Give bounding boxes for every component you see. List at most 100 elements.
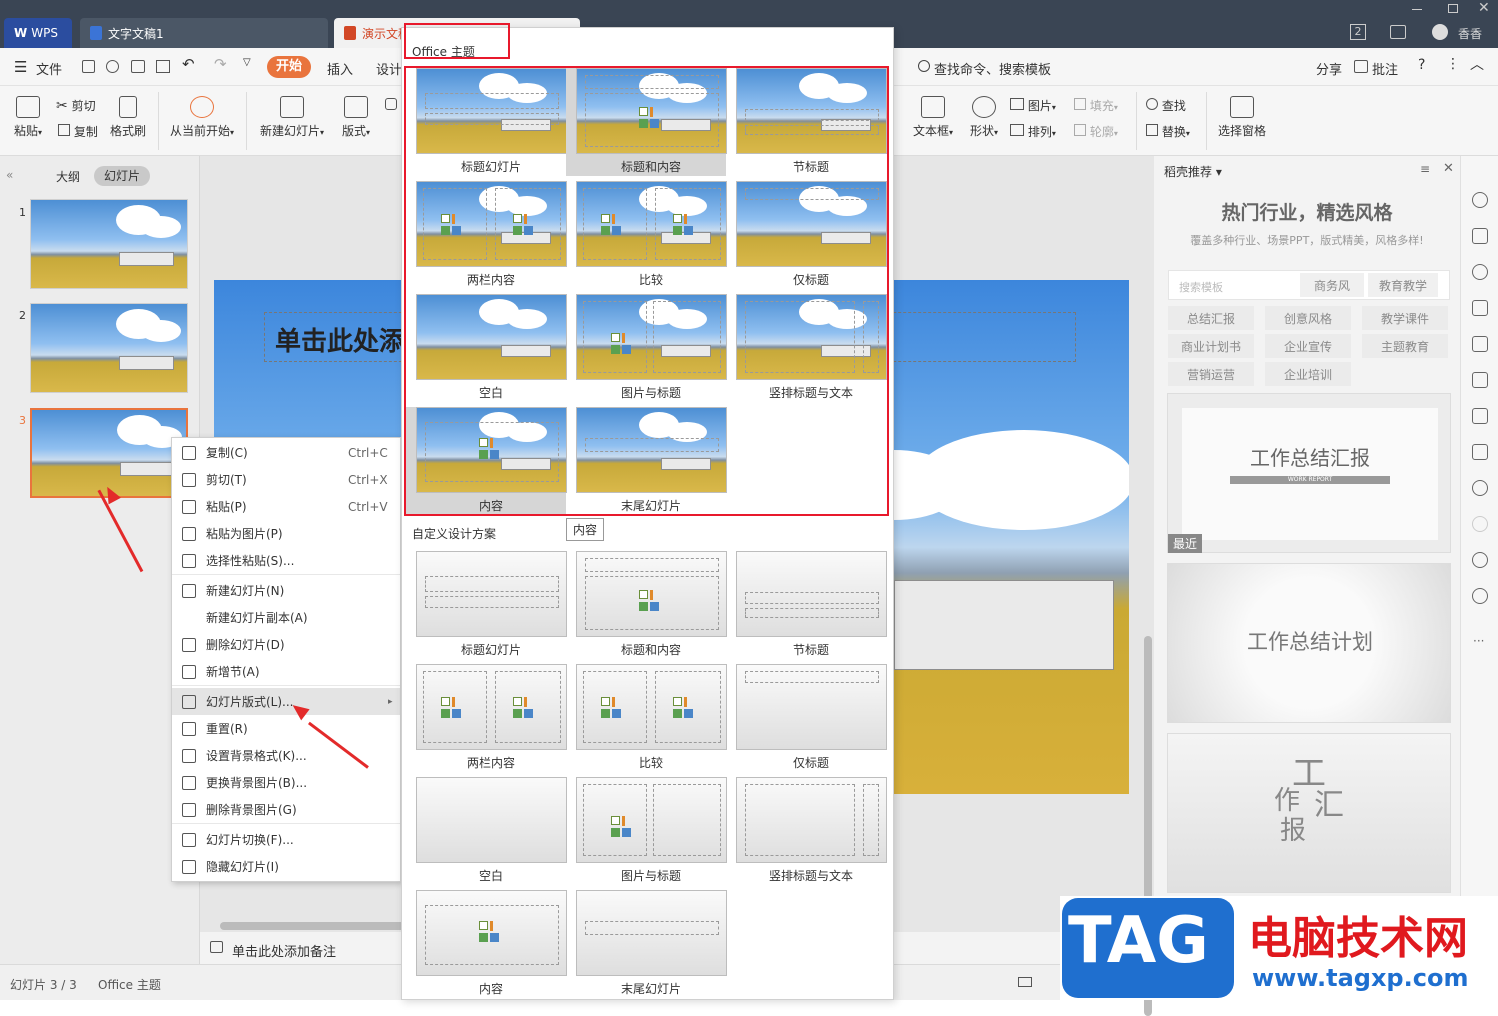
settings-icon[interactable] <box>1472 336 1488 352</box>
selection-pane-button[interactable]: 选择窗格 <box>1216 96 1268 139</box>
paste-button[interactable]: 粘贴▾ <box>10 96 46 139</box>
layout-thumbnail[interactable]: 节标题 <box>726 551 887 659</box>
notes-toggle-icon[interactable] <box>1018 977 1032 987</box>
vertical-scrollbar[interactable] <box>1142 156 1154 1016</box>
menu-item-slide-transition[interactable]: 幻灯片切换(F)... <box>172 826 400 853</box>
star-icon[interactable] <box>1472 192 1488 208</box>
menu-design[interactable]: 设计 <box>376 59 402 78</box>
picture-button[interactable]: 图片▾ <box>1010 97 1056 114</box>
panel-header[interactable]: 稻壳推荐 ▾ <box>1164 163 1222 180</box>
menu-start[interactable]: 开始 <box>267 56 311 78</box>
pen-icon[interactable] <box>1472 300 1488 316</box>
layout-thumbnail[interactable]: 竖排标题与文本 <box>726 777 887 885</box>
layout-thumbnail[interactable]: 空白 <box>406 777 567 885</box>
comment-icon[interactable] <box>1354 60 1368 73</box>
template-tag[interactable]: 教学课件 <box>1362 306 1448 330</box>
tab-document[interactable]: 文字文稿1 <box>80 18 328 48</box>
help-circle-icon[interactable] <box>1472 588 1488 604</box>
undo-icon[interactable]: ↶ <box>182 55 195 73</box>
menu-item-hide-slide[interactable]: 隐藏幻灯片(I) <box>172 853 400 880</box>
minimize-icon[interactable] <box>1412 9 1422 10</box>
new-slide-button[interactable]: 新建幻灯片▾ <box>256 96 328 139</box>
more-dropdown-icon[interactable]: ▽ <box>243 57 251 68</box>
layout-thumbnail[interactable]: 内容 <box>406 890 567 998</box>
template-icon[interactable] <box>1472 228 1488 244</box>
shapes-icon[interactable] <box>1472 264 1488 280</box>
template-tag[interactable]: 主题教育 <box>1362 334 1448 358</box>
slide-thumbnail-1[interactable] <box>30 199 188 289</box>
comment-button[interactable]: 批注 <box>1372 59 1398 78</box>
play-from-current-button[interactable]: 从当前开始▾ <box>166 96 238 139</box>
close-icon[interactable]: ✕ <box>1478 0 1490 16</box>
panel-close-icon[interactable]: ✕ <box>1443 161 1454 176</box>
help-icon[interactable]: ? <box>1418 57 1425 73</box>
box-icon[interactable] <box>1472 408 1488 424</box>
template-tag[interactable]: 企业宣传 <box>1265 334 1351 358</box>
template-card-2[interactable]: 工作总结计划 <box>1167 563 1451 723</box>
copy-button[interactable]: 复制 <box>58 123 98 140</box>
maximize-icon[interactable] <box>1448 4 1458 13</box>
speaker-icon[interactable] <box>1472 480 1488 496</box>
search-icon[interactable] <box>918 60 930 72</box>
cut-button[interactable]: ✂ 剪切 <box>56 97 96 114</box>
template-tag[interactable]: 企业培训 <box>1265 362 1351 386</box>
user-name[interactable]: 香香 <box>1458 25 1482 42</box>
print-preview-icon[interactable] <box>156 60 170 73</box>
template-tag[interactable]: 商业计划书 <box>1168 334 1254 358</box>
slide-thumbnail-2[interactable] <box>30 303 188 393</box>
tag-education[interactable]: 教育教学 <box>1368 273 1438 297</box>
print-icon[interactable] <box>131 60 145 73</box>
save-icon[interactable] <box>82 60 95 73</box>
template-tag[interactable]: 总结汇报 <box>1168 306 1254 330</box>
menu-item-change-background[interactable]: 更换背景图片(B)... <box>172 769 400 796</box>
template-card-1[interactable]: 工作总结汇报 WORK REPORT 最近 <box>1167 393 1451 553</box>
more-options-icon[interactable]: ⋮ <box>1446 56 1460 72</box>
history-icon[interactable] <box>1472 552 1488 568</box>
outline-button[interactable]: 轮廓▾ <box>1074 123 1118 140</box>
shape-button[interactable]: 形状▾ <box>966 96 1002 139</box>
layout-thumbnail[interactable]: 仅标题 <box>726 664 887 772</box>
menu-item-paste-special[interactable]: 选择性粘贴(S)... <box>172 547 400 574</box>
layout-thumbnail[interactable]: 标题和内容 <box>566 551 727 659</box>
menu-item-paste-as-picture[interactable]: 粘贴为图片(P) <box>172 520 400 547</box>
menu-item-new-slide[interactable]: 新建幻灯片(N) <box>172 577 400 604</box>
menu-file[interactable]: 文件 <box>36 59 62 78</box>
skin-icon[interactable] <box>1390 25 1406 39</box>
layout-thumbnail[interactable]: 比较 <box>566 664 727 772</box>
fill-button[interactable]: 填充▾ <box>1074 97 1118 114</box>
hamburger-icon[interactable]: ☰ <box>14 58 27 76</box>
menu-item-reset[interactable]: 重置(R) <box>172 715 400 742</box>
tab-slides[interactable]: 幻灯片 <box>94 166 150 186</box>
format-painter-button[interactable]: 格式刷 <box>108 96 148 139</box>
menu-insert[interactable]: 插入 <box>327 59 353 78</box>
tag-business[interactable]: 商务风 <box>1300 273 1364 297</box>
more-icon[interactable]: ··· <box>1473 634 1484 648</box>
layout-button[interactable]: 版式▾ <box>338 96 374 139</box>
layout-thumbnail[interactable]: 图片与标题 <box>566 777 727 885</box>
find-button[interactable]: 查找 <box>1146 97 1186 114</box>
section-button[interactable] <box>384 98 398 114</box>
collapse-ribbon-icon[interactable]: ︿ <box>1470 54 1484 74</box>
collapse-panel-icon[interactable]: « <box>6 168 13 182</box>
menu-item-cut[interactable]: 剪切(T) Ctrl+X <box>172 466 400 493</box>
layout-thumbnail[interactable]: 两栏内容 <box>406 664 567 772</box>
template-tag[interactable]: 营销运营 <box>1168 362 1254 386</box>
theme-name[interactable]: Office 主题 <box>98 976 161 993</box>
menu-item-delete-background[interactable]: 删除背景图片(G) <box>172 796 400 823</box>
arrange-button[interactable]: 排列▾ <box>1010 123 1056 140</box>
layout-thumbnail[interactable]: 标题幻灯片 <box>406 551 567 659</box>
share-button[interactable]: 分享 <box>1316 59 1342 78</box>
tab-wps[interactable]: W WPS <box>4 18 72 48</box>
animation-icon[interactable] <box>1472 516 1488 532</box>
command-search[interactable]: 查找命令、搜索模板 <box>934 59 1051 78</box>
document-icon[interactable] <box>1472 372 1488 388</box>
user-avatar[interactable] <box>1432 24 1448 40</box>
image-icon[interactable] <box>1472 444 1488 460</box>
export-icon[interactable] <box>106 60 119 73</box>
menu-item-duplicate-slide[interactable]: 新建幻灯片副本(A) <box>172 604 400 631</box>
redo-icon[interactable]: ↷ <box>214 55 227 73</box>
badge-count[interactable]: 2 <box>1350 24 1366 40</box>
panel-menu-icon[interactable]: ≡ <box>1420 162 1430 176</box>
menu-item-copy[interactable]: 复制(C) Ctrl+C <box>172 439 400 466</box>
template-tag[interactable]: 创意风格 <box>1265 306 1351 330</box>
